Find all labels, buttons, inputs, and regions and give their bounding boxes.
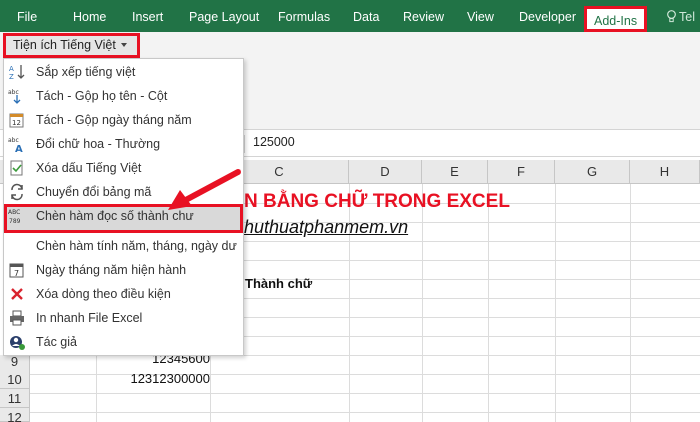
chevron-down-icon — [120, 43, 127, 47]
tab-insert[interactable]: Insert — [132, 0, 163, 32]
tell-me-search[interactable]: Tel — [666, 0, 695, 32]
column-header-h[interactable]: H — [630, 160, 700, 184]
tab-view[interactable]: View — [467, 0, 494, 32]
svg-text:A: A — [15, 144, 23, 153]
menu-item-current-date[interactable]: 7 Ngày tháng năm hiện hành — [4, 258, 243, 282]
gridline — [555, 184, 556, 422]
split-merge-icon: abc — [8, 89, 21, 104]
tab-review[interactable]: Review — [403, 0, 444, 32]
tien-ich-tieng-viet-menu-button[interactable]: Tiện ích Tiếng Việt — [3, 33, 140, 58]
svg-text:ABC: ABC — [8, 209, 20, 216]
tab-formulas[interactable]: Formulas — [278, 0, 330, 32]
website-link-cell[interactable]: huthuatphanmem.vn — [244, 217, 408, 238]
change-case-icon: abc A — [8, 137, 23, 153]
row-header-9[interactable]: 9 — [0, 355, 30, 371]
menu-item-label: Xóa dấu Tiếng Việt — [36, 161, 142, 175]
tell-me-label: Tel — [679, 10, 695, 24]
tab-file[interactable]: File — [17, 0, 37, 32]
menu-item-quick-print[interactable]: In nhanh File Excel — [4, 306, 243, 330]
tab-add-ins[interactable]: Add-Ins — [584, 6, 648, 32]
menu-item-split-name[interactable]: abc Tách - Gộp họ tên - Cột — [4, 84, 243, 108]
menu-button-label: Tiện ích Tiếng Việt — [13, 38, 116, 52]
gridline — [488, 184, 489, 422]
formula-separator — [244, 135, 245, 153]
column-header-g[interactable]: G — [555, 160, 630, 184]
svg-text:abc: abc — [8, 137, 19, 144]
svg-text:Z: Z — [9, 73, 14, 81]
remove-accent-icon — [10, 160, 23, 176]
svg-text:12: 12 — [12, 119, 21, 127]
svg-text:abc: abc — [8, 89, 19, 96]
sheet-title-cell[interactable]: N BẰNG CHỮ TRONG EXCEL — [244, 191, 510, 213]
sort-az-icon: A Z — [9, 65, 25, 81]
tab-developer[interactable]: Developer — [519, 0, 576, 32]
current-date-icon: 7 — [9, 263, 24, 278]
thanh-chu-header-cell[interactable]: Thành chữ — [245, 276, 312, 291]
column-header-d[interactable]: D — [349, 160, 422, 184]
formula-input[interactable]: 125000 — [253, 135, 295, 149]
menu-item-label: Tác giả — [36, 335, 77, 349]
tab-page-layout[interactable]: Page Layout — [189, 0, 259, 32]
menu-item-label: Chuyển đổi bảng mã — [36, 185, 152, 199]
menu-item-change-case[interactable]: abc A Đổi chữ hoa - Thường — [4, 132, 243, 156]
gridline — [30, 412, 700, 413]
menu-item-delete-row[interactable]: Xóa dòng theo điều kiện — [4, 282, 243, 306]
row-header-12[interactable]: 12 — [0, 408, 30, 422]
tab-data[interactable]: Data — [353, 0, 379, 32]
menu-item-split-date[interactable]: 12 Tách - Gộp ngày tháng năm — [4, 108, 243, 132]
row-header-11[interactable]: 11 — [0, 389, 30, 408]
menu-item-sort[interactable]: A Z Sắp xếp tiếng việt — [4, 60, 243, 84]
ribbon-tab-bar: File Home Insert Page Layout Formulas Da… — [0, 0, 700, 32]
author-icon — [10, 336, 25, 350]
number-to-text-icon: ABC 789 — [8, 209, 21, 225]
menu-item-date-calc[interactable]: Chèn hàm tính năm, tháng, ngày dư — [4, 234, 243, 258]
menu-item-label: Tách - Gộp họ tên - Cột — [36, 89, 168, 103]
svg-text:A: A — [9, 65, 14, 73]
number-cell-row-10[interactable]: 12312300000 — [96, 371, 210, 386]
printer-icon — [10, 310, 24, 326]
convert-encoding-icon — [11, 183, 23, 201]
calendar-split-icon: 12 — [9, 113, 24, 128]
menu-item-label: Tách - Gộp ngày tháng năm — [36, 113, 192, 127]
row-header-10[interactable]: 10 — [0, 370, 30, 389]
menu-item-author[interactable]: Tác giả — [4, 330, 243, 354]
date-calc-icon — [8, 237, 26, 255]
menu-item-label: Ngày tháng năm hiện hành — [36, 263, 187, 277]
svg-text:7: 7 — [14, 269, 19, 278]
gridline — [30, 393, 700, 394]
delete-row-icon — [11, 288, 23, 300]
red-pointer-arrow-icon — [168, 169, 241, 210]
menu-item-label: Đổi chữ hoa - Thường — [36, 137, 161, 151]
menu-item-label: In nhanh File Excel — [36, 311, 143, 325]
menu-item-label: Chèn hàm tính năm, tháng, ngày dư — [36, 239, 237, 253]
menu-item-label: Sắp xếp tiếng việt — [36, 65, 136, 79]
lightbulb-icon — [667, 10, 676, 23]
svg-text:789: 789 — [9, 218, 21, 225]
menu-item-label: Xóa dòng theo điều kiện — [36, 287, 171, 301]
column-header-f[interactable]: F — [488, 160, 555, 184]
gridline — [630, 184, 631, 422]
gridline — [422, 184, 423, 422]
tab-home[interactable]: Home — [73, 0, 106, 32]
column-header-e[interactable]: E — [422, 160, 488, 184]
